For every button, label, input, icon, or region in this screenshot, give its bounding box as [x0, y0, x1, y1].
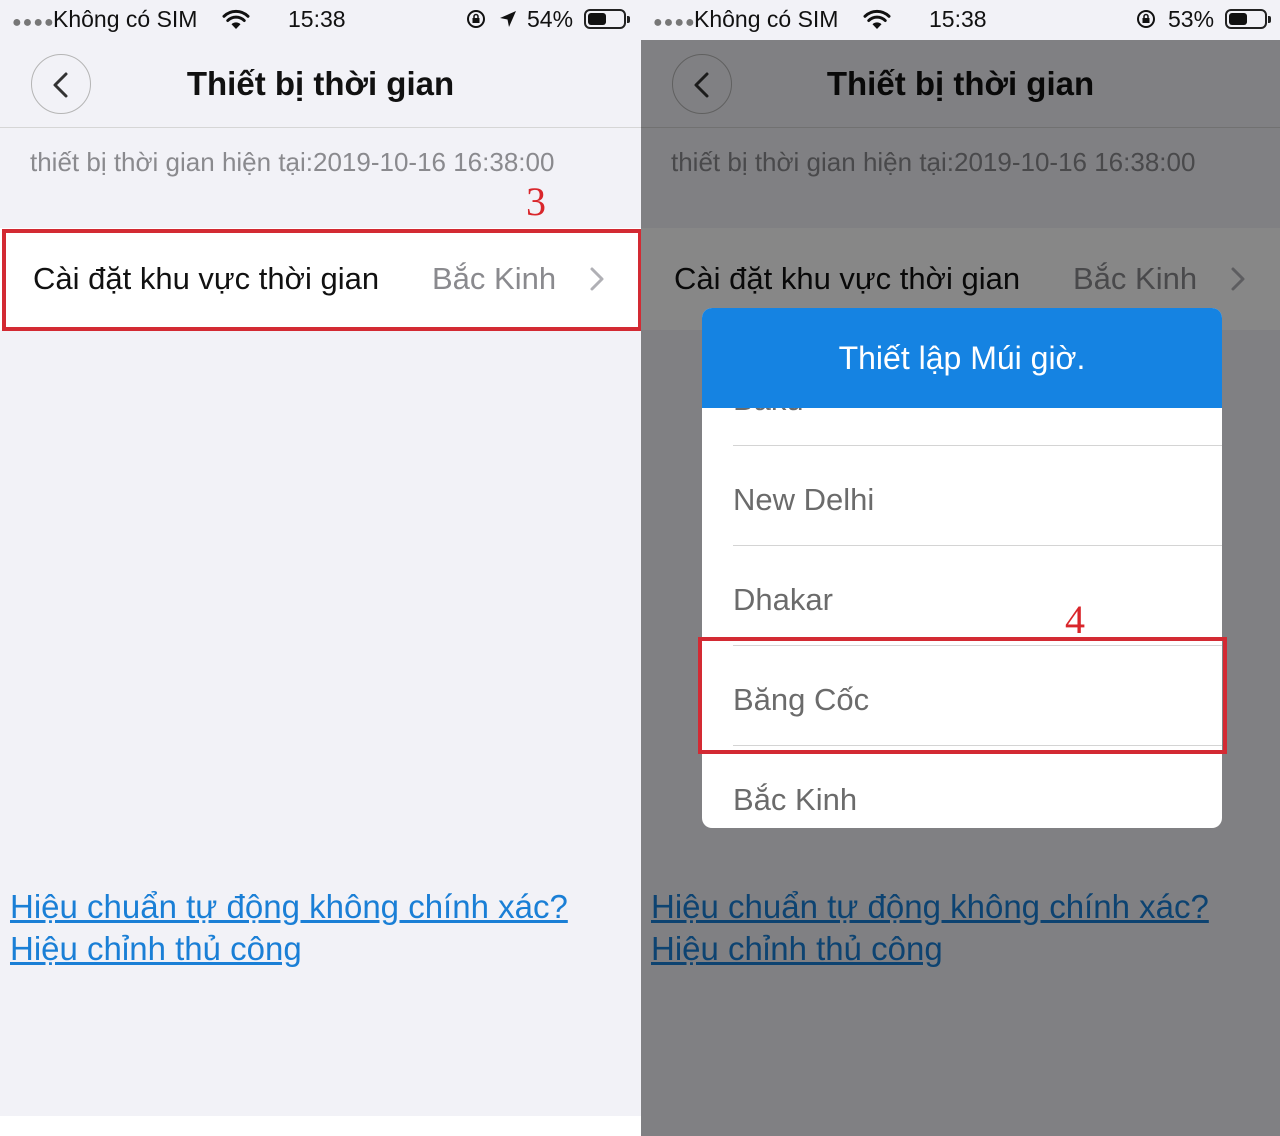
status-bar: ●●●● Không có SIM 15:38 54%	[0, 0, 641, 40]
rotation-lock-icon	[1137, 10, 1155, 28]
battery-percent: 54%	[527, 6, 574, 32]
timezone-option-label: New Delhi	[733, 482, 875, 517]
step-marker: 3	[526, 179, 546, 224]
manual-calibration-link[interactable]: Hiệu chuẩn tự động không chính xác? Hiệu…	[10, 886, 568, 970]
timezone-option[interactable]: Dhakar	[702, 546, 1222, 646]
manual-link-line2: Hiệu chỉnh thủ công	[10, 930, 302, 967]
modal-title: Thiết lập Múi giờ.	[702, 308, 1222, 408]
timezone-option-label: Dhakar	[733, 582, 833, 617]
status-bar: ●●●● Không có SIM 15:38 53%	[641, 0, 1280, 40]
timezone-option[interactable]: Baku	[702, 408, 1222, 446]
carrier-label: Không có SIM	[53, 6, 198, 32]
timezone-option-label: Bắc Kinh	[733, 782, 858, 817]
carrier-label: Không có SIM	[694, 6, 839, 32]
status-time: 15:38	[288, 6, 346, 32]
wifi-icon	[863, 9, 891, 29]
right-screen: ●●●● Không có SIM 15:38 53% Thiết bị thờ…	[641, 0, 1280, 1136]
timezone-option[interactable]: Bắc Kinh	[702, 746, 1222, 828]
battery-percent: 53%	[1168, 6, 1215, 32]
highlight-box	[698, 637, 1227, 754]
battery-icon	[1225, 9, 1271, 29]
nav-bar: Thiết bị thời gian	[0, 40, 641, 128]
highlight-box	[2, 229, 641, 331]
timezone-option-label: Baku	[733, 408, 804, 418]
current-device-time: thiết bị thời gian hiện tại:2019-10-16 1…	[30, 147, 555, 177]
manual-link-line1: Hiệu chuẩn tự động không chính xác?	[10, 888, 568, 925]
left-screen: ●●●● Không có SIM 15:38 54% Thiết bị thờ…	[0, 0, 641, 1116]
timezone-option-list[interactable]: Baku New Delhi Dhakar Băng Cốc Bắc Kinh	[702, 408, 1222, 828]
wifi-icon	[222, 9, 250, 29]
step-marker: 4	[1065, 597, 1085, 642]
rotation-lock-icon	[467, 10, 485, 28]
battery-icon	[584, 9, 630, 29]
page-title: Thiết bị thời gian	[186, 65, 455, 102]
timezone-option[interactable]: New Delhi	[702, 446, 1222, 546]
signal-dots-icon: ●●●●	[653, 14, 696, 31]
status-time: 15:38	[929, 6, 987, 32]
location-arrow-icon	[500, 11, 516, 27]
signal-dots-icon: ●●●●	[12, 14, 55, 31]
